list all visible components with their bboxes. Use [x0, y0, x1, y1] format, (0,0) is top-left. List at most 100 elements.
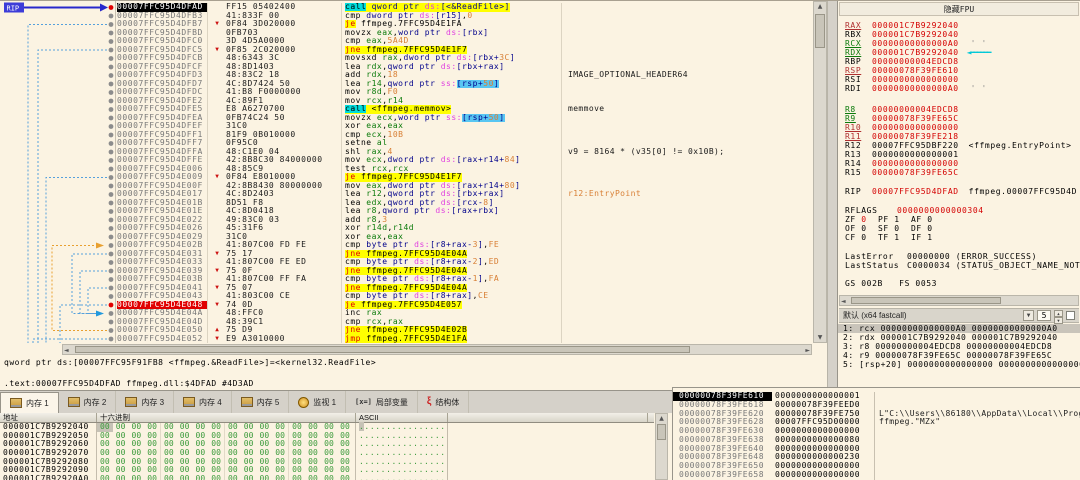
instruction-text[interactable]: xor eax,eax	[341, 122, 561, 131]
scroll-right-icon[interactable]: ►	[805, 347, 810, 354]
tab-memory-2[interactable]: 内存 2	[59, 391, 117, 413]
register-value[interactable]: 00000000004EDCD8	[872, 105, 959, 114]
scroll-left-icon[interactable]: ◄	[64, 347, 69, 354]
row-dot[interactable]	[109, 320, 114, 325]
register-row[interactable]: RFLAGS0000000000000304	[838, 206, 1080, 215]
scroll-left-icon[interactable]: ◄	[841, 298, 846, 305]
memory-header-ASCII[interactable]: ASCII	[356, 413, 448, 422]
row-dot[interactable]	[109, 192, 114, 197]
scroll-up-icon[interactable]: ▲	[814, 3, 826, 10]
instruction-text[interactable]: add rdx,18	[341, 71, 561, 80]
instruction-text[interactable]: lea edx,qword ptr ds:[rcx-8]	[341, 199, 561, 208]
stack-rows[interactable]: 00000078F39FE610000000000000000100000078…	[673, 388, 1080, 480]
register-row[interactable]: RDI00000000000000A0' '	[838, 84, 1080, 93]
row-dot[interactable]	[109, 252, 114, 257]
register-value[interactable]: 00000000000000A0	[872, 84, 959, 93]
register-row[interactable]: LastStatusC0000034 (STATUS_OBJECT_NAME_N…	[838, 261, 1080, 270]
instruction-text[interactable]: shl rax,4	[341, 148, 561, 157]
breakpoint-dot[interactable]	[109, 303, 114, 308]
stack-pane[interactable]: 00000078F39FE610000000000000000100000078…	[672, 387, 1080, 480]
disasm-row[interactable]: 00007FFC95D4DFF181F9 0B010000cmp ecx,10B	[117, 131, 813, 140]
row-dot[interactable]	[109, 226, 114, 231]
scroll-thumb[interactable]	[75, 346, 690, 353]
tab-locals-7[interactable]: [x=]局部变量	[346, 391, 418, 413]
disasm-row[interactable]: 00007FFC95D4E04A48:FFC0inc rax	[117, 309, 813, 318]
instruction-address[interactable]: 00007FFC95D4E01B	[117, 199, 207, 208]
instruction-address[interactable]: 00007FFC95D4E01E	[117, 207, 207, 216]
register-value[interactable]: 00000000004EDCD8	[872, 57, 959, 66]
instruction-address[interactable]: 00007FFC95D4E017	[117, 190, 207, 199]
register-row[interactable]: RDX000001C7B9292040◄━━━━━━	[838, 48, 1080, 57]
registers-hscrollbar[interactable]: ◄	[839, 295, 1079, 306]
instruction-text[interactable]: add r8,3	[341, 216, 561, 225]
argument-list[interactable]: 1: rcx 00000000000000A0 00000000000000A0…	[838, 324, 1080, 369]
row-dot[interactable]	[109, 175, 114, 180]
register-value[interactable]: 0000000000000304	[897, 206, 984, 215]
flags-row[interactable]: ZF 0PF 1AF 0	[838, 215, 1080, 224]
instruction-address[interactable]: 00007FFC95D4DFD7	[117, 80, 207, 89]
instruction-address[interactable]: 00007FFC95D4E048	[117, 301, 207, 310]
disasm-row[interactable]: 00007FFC95D4DFFA48:C1E0 04shl rax,4v9 = …	[117, 148, 813, 157]
register-value[interactable]: 00007FFC95DBF220	[872, 141, 959, 150]
row-dot[interactable]	[109, 14, 114, 19]
instruction-address[interactable]: 00007FFC95D4E022	[117, 216, 207, 225]
register-value[interactable]: 000001C7B9292040	[872, 30, 959, 39]
memory-header-blank[interactable]	[448, 413, 648, 422]
register-value[interactable]: 000001C7B9292040	[872, 21, 959, 30]
disasm-row[interactable]: 00007FFC95D4E00648:85C9test rcx,rcx	[117, 165, 813, 174]
disasm-row[interactable]: 00007FFC95D4DFB341:833F 00cmp dword ptr …	[117, 12, 813, 21]
register-row[interactable]: RIP00007FFC95D4DFADffmpeg.00007FFC95D4D	[838, 187, 1080, 196]
instruction-address[interactable]: 00007FFC95D4DFEA	[117, 114, 207, 123]
memory-header-十六进制[interactable]: 十六进制	[97, 413, 356, 422]
register-value[interactable]: 0000000000000001	[872, 150, 959, 159]
disasm-row[interactable]: 00007FFC95D4E00F42:8B8430 80000000mov ea…	[117, 182, 813, 191]
register-row[interactable]: R800000000004EDCD8	[838, 105, 1080, 114]
arg-count-stepper[interactable]: ▲▼	[1054, 310, 1063, 321]
instruction-text[interactable]: cmp byte ptr ds:[r8+rax-3],FE	[341, 241, 561, 250]
row-dot[interactable]	[109, 150, 114, 155]
instruction-text[interactable]: cmp eax,5A4D	[341, 37, 561, 46]
instruction-text[interactable]: cmp byte ptr ds:[r8+rax-2],ED	[341, 258, 561, 267]
register-row[interactable]: R1200007FFC95DBF220<ffmpeg.EntryPoint>	[838, 141, 1080, 150]
register-row[interactable]: RAX000001C7B9292040	[838, 21, 1080, 30]
lock-checkbox[interactable]	[1066, 311, 1075, 320]
memory-byte[interactable]: 00	[321, 475, 337, 480]
register-row[interactable]: R900000078F39FE65C	[838, 114, 1080, 123]
row-dot[interactable]	[109, 218, 114, 223]
instruction-address[interactable]: 00007FFC95D4DFFA	[117, 148, 207, 157]
instruction-text[interactable]: lea r8,qword ptr ds:[rax+rbx]	[341, 207, 561, 216]
row-dot[interactable]	[109, 337, 114, 342]
instruction-text[interactable]: cmp ecx,10B	[341, 131, 561, 140]
memory-byte[interactable]: 00	[129, 475, 145, 480]
row-dot[interactable]	[109, 82, 114, 87]
flags-row[interactable]: CF 0TF 1IF 1	[838, 233, 1080, 242]
disasm-row[interactable]: 00007FFC95D4E01B8D51 F8lea edx,qword ptr…	[117, 199, 813, 208]
argument-row[interactable]: 4: r9 00000078F39FE65C 00000078F39FE65C	[838, 351, 1080, 360]
register-value[interactable]: 0000000000000000	[872, 75, 959, 84]
instruction-address[interactable]: 00007FFC95D4DFC5	[117, 46, 207, 55]
register-value[interactable]: 0000000000000000	[872, 123, 959, 132]
instruction-text[interactable]: jne ffmpeg.7FFC95D4E04A	[341, 267, 561, 276]
scroll-up-icon[interactable]: ▲	[656, 415, 667, 422]
row-dot[interactable]	[109, 243, 114, 248]
disassembly-vscrollbar[interactable]: ▲ ▼	[813, 1, 827, 343]
row-dot[interactable]	[109, 73, 114, 78]
instruction-address[interactable]: 00007FFC95D4E026	[117, 224, 207, 233]
instruction-text[interactable]: je ffmpeg.7FFC95D4E1F7	[341, 173, 561, 182]
register-row[interactable]: RCX00000000000000A0' '	[838, 39, 1080, 48]
disasm-row[interactable]: 00007FFC95D4DFB7▼0F84 3D020000je ffmpeg.…	[117, 20, 813, 29]
instruction-text[interactable]: call <ffmpeg.memmov>	[341, 105, 561, 114]
memory-byte[interactable]: 00	[241, 475, 257, 480]
memory-byte[interactable]: 00	[177, 475, 193, 480]
register-value[interactable]: 00000000000000A0	[872, 39, 959, 48]
register-value[interactable]: C0000034 (STATUS_OBJECT_NAME_NOT_FOU	[907, 261, 1080, 270]
registers-pane[interactable]: 隐藏FPU RAX000001C7B9292040RBX000001C7B929…	[838, 1, 1080, 387]
memory-byte[interactable]: 00	[113, 475, 129, 480]
instruction-address[interactable]: 00007FFC95D4E006	[117, 165, 207, 174]
register-value[interactable]: 00000078F39FE65C	[872, 168, 959, 177]
instruction-address[interactable]: 00007FFC95D4E009	[117, 173, 207, 182]
register-row[interactable]: LastError00000000 (ERROR_SUCCESS)	[838, 252, 1080, 261]
instruction-address[interactable]: 00007FFC95D4DFB3	[117, 12, 207, 21]
register-row[interactable]: RBX000001C7B9292040	[838, 30, 1080, 39]
instruction-address[interactable]: 00007FFC95D4DFD3	[117, 71, 207, 80]
